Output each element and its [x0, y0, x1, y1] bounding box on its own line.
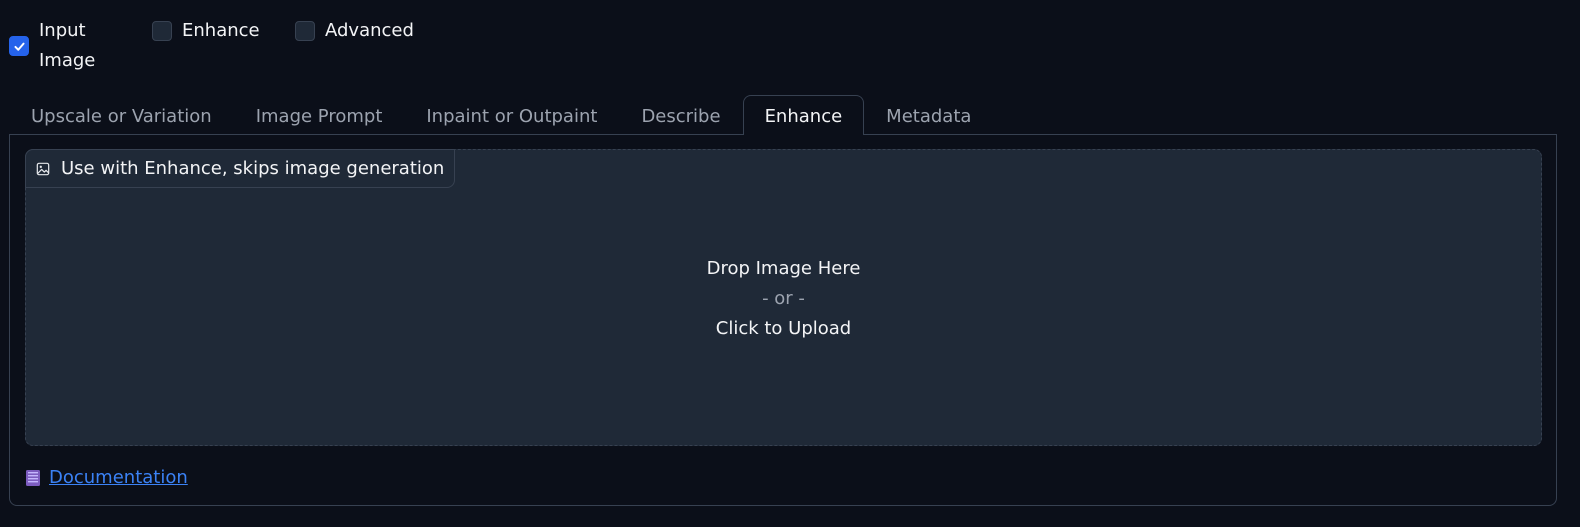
- dropzone-instructions: Drop Image Here - or - Click to Upload: [26, 254, 1541, 344]
- enhance-checkbox[interactable]: Enhance: [152, 16, 260, 46]
- documentation-link[interactable]: Documentation: [25, 467, 188, 488]
- checkbox-unchecked-icon[interactable]: [152, 21, 172, 41]
- image-upload-dropzone[interactable]: Use with Enhance, skips image generation…: [25, 149, 1542, 446]
- tab-metadata[interactable]: Metadata: [864, 95, 993, 135]
- checkbox-unchecked-icon[interactable]: [295, 21, 315, 41]
- tab-enhance[interactable]: Enhance: [742, 95, 865, 135]
- enhance-tab-panel: Use with Enhance, skips image generation…: [9, 134, 1557, 506]
- enhance-label: Enhance: [182, 20, 260, 41]
- advanced-checkbox[interactable]: Advanced: [295, 16, 414, 46]
- drop-image-text: Drop Image Here: [706, 258, 861, 279]
- tab-bar: Upscale or Variation Image Prompt Inpain…: [9, 95, 993, 135]
- documentation-label[interactable]: Documentation: [49, 467, 188, 488]
- input-image-label: Input Image: [39, 20, 96, 71]
- image-icon: [36, 162, 50, 176]
- app-root: Input Image Enhance Advanced Upscale or …: [0, 0, 1580, 527]
- dropzone-label: Use with Enhance, skips image generation: [25, 149, 456, 188]
- click-to-upload-text[interactable]: Click to Upload: [26, 314, 1541, 344]
- book-icon: [25, 469, 41, 487]
- tab-image-prompt[interactable]: Image Prompt: [234, 95, 405, 135]
- dropzone-label-text: Use with Enhance, skips image generation: [61, 158, 445, 179]
- advanced-label: Advanced: [325, 20, 414, 41]
- tab-upscale-or-variation[interactable]: Upscale or Variation: [9, 95, 234, 135]
- or-separator: - or -: [762, 288, 805, 309]
- tab-describe[interactable]: Describe: [619, 95, 742, 135]
- checkbox-checked-icon[interactable]: [9, 36, 29, 56]
- input-image-checkbox[interactable]: Input Image: [9, 16, 109, 76]
- tab-inpaint-or-outpaint[interactable]: Inpaint or Outpaint: [404, 95, 619, 135]
- checkbox-row: Input Image Enhance Advanced: [0, 0, 1580, 90]
